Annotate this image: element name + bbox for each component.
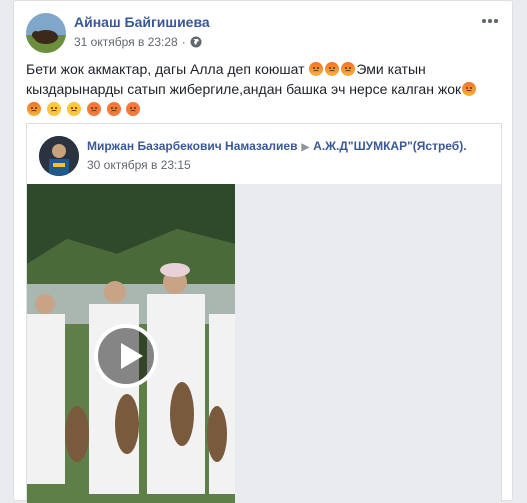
angry-emoji-icon: [27, 102, 41, 116]
post-text: Бети жок акмактар, дагы Алла деп коюшат …: [26, 59, 504, 119]
shocked-emoji-icon: [126, 102, 141, 116]
more-options-icon[interactable]: [482, 15, 498, 27]
angry-emoji-icon: [462, 82, 477, 96]
shocked-emoji-icon: [86, 102, 101, 116]
post-meta: 31 октября в 23:28 ·: [74, 35, 202, 49]
shared-post: Миржан Базарбекович Намазалиев ▶ А.Ж.Д"ШУМ…: [26, 123, 502, 503]
post-text-part1: Бети жок акмактар, дагы Алла деп коюшат: [26, 61, 309, 77]
author-name[interactable]: Айнаш Байгишиева: [74, 14, 210, 30]
steam-emoji-icon: [46, 102, 61, 116]
angry-emoji-icon: [341, 62, 356, 76]
shared-target-group[interactable]: А.Ж.Д"ШУМКАР"(Ястреб).: [313, 139, 466, 153]
shared-post-date[interactable]: 30 октября в 23:15: [87, 158, 191, 172]
angry-emoji-icon: [325, 62, 340, 76]
share-arrow-icon: ▶: [301, 142, 310, 153]
video-thumbnail[interactable]: [27, 184, 235, 503]
shared-author-avatar[interactable]: [39, 136, 79, 176]
post-date[interactable]: 31 октября в 23:28: [74, 35, 178, 49]
shared-post-header: Миржан Базарбекович Намазалиев ▶ А.Ж.Д"ШУМ…: [27, 124, 501, 182]
shared-author-name[interactable]: Миржан Базарбекович Намазалиев: [87, 139, 297, 153]
globe-icon: [190, 36, 202, 48]
video-empty-area: [235, 184, 501, 503]
sad-emoji-icon: [66, 102, 81, 116]
meta-separator: ·: [181, 35, 186, 49]
post-text-part2: Эми катын: [356, 61, 426, 77]
shocked-emoji-icon: [106, 102, 121, 116]
shared-author-line: Миржан Базарбекович Намазалиев ▶ А.Ж.Д"ШУМ…: [87, 139, 467, 153]
angry-emoji-icon: [309, 62, 324, 76]
post-text-part3: кыздарынарды сатып жибергиле,андан башка…: [26, 81, 462, 97]
play-video-icon[interactable]: [94, 324, 158, 388]
author-avatar[interactable]: [26, 13, 66, 53]
post-card: Айнаш Байгишиева 31 октября в 23:28 · Бе…: [13, 0, 513, 503]
